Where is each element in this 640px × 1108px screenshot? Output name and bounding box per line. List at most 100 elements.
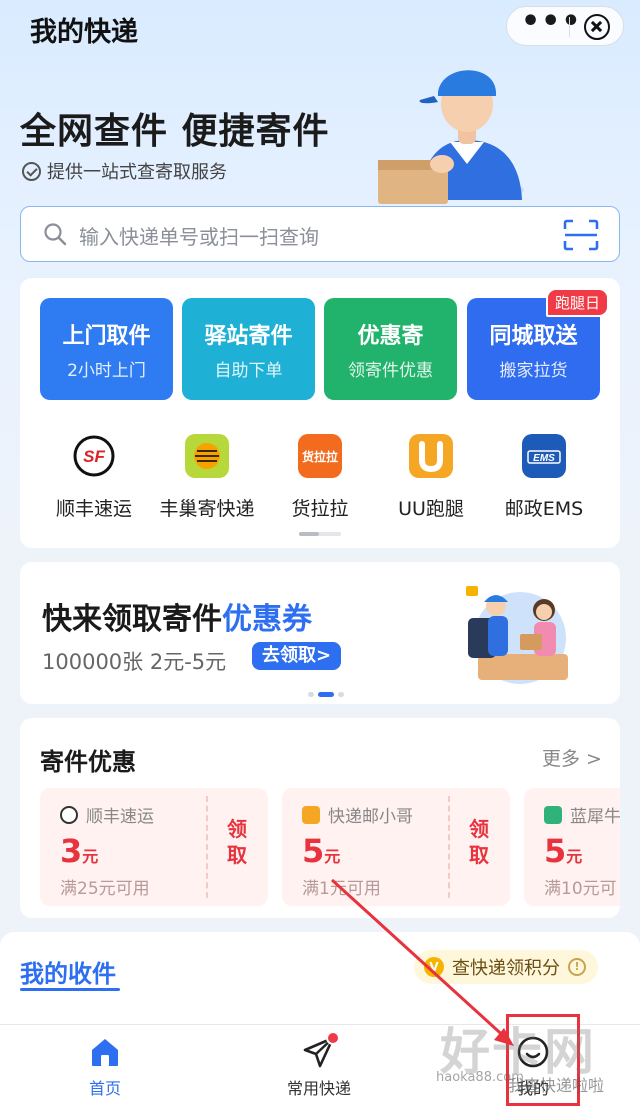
carrier-name: 顺丰速运 <box>55 498 132 520</box>
page-title: 我的快递 <box>30 17 138 48</box>
tab-underline <box>20 988 120 991</box>
service-discount-send[interactable]: 优惠寄 领寄件优惠 <box>324 298 457 400</box>
tab-home[interactable]: 首页 <box>35 1035 175 1099</box>
watermark-overlay: 我查快递啦啦 <box>508 1076 605 1095</box>
coupon-brand-name: 蓝犀牛 <box>570 807 620 827</box>
tab-label: 首页 <box>88 1079 121 1098</box>
more-menu-button[interactable]: ••• <box>521 7 581 41</box>
carrier-name: 货拉拉 <box>291 498 349 520</box>
coupon-condition: 满10元可 <box>544 879 617 899</box>
coupon-courier-bro[interactable]: 快递邮小哥 5元 满1元可用 领取 <box>282 788 510 906</box>
sf-express-icon <box>60 805 78 824</box>
service-card: 上门取件 2小时上门 驿站寄件 自助下单 优惠寄 领寄件优惠 同城取送 搬家拉货… <box>20 278 620 548</box>
service-subtitle: 搬家拉货 <box>499 361 568 381</box>
promo-subtitle: 100000张 2元-5元 <box>42 650 227 674</box>
promo-title-highlight: 优惠券 <box>222 602 312 637</box>
scan-icon[interactable] <box>563 219 599 251</box>
search-icon <box>44 223 67 246</box>
hero-title: 全网查件 便捷寄件 <box>20 111 330 152</box>
deals-title: 寄件优惠 <box>40 748 136 776</box>
service-station-send[interactable]: 驿站寄件 自助下单 <box>182 298 315 400</box>
svg-text:SF: SF <box>83 447 105 466</box>
top-bar: 我的快递 ••• <box>0 0 640 56</box>
coupon-amount-value: 5 <box>302 832 325 870</box>
promo-banner[interactable]: 快来领取寄件优惠券 100000张 2元-5元 去领取> <box>20 562 620 704</box>
tab-label: 常用快递 <box>286 1079 351 1098</box>
paper-plane-icon <box>302 1031 340 1069</box>
coupon-sf[interactable]: 顺丰速运 3元 满25元可用 领取 <box>40 788 268 906</box>
carrier-name: UU跑腿 <box>398 498 464 520</box>
promo-title: 快来领取寄件优惠券 <box>42 594 312 638</box>
coupon-amount: 5元 <box>544 832 582 870</box>
tab-common-couriers[interactable]: 常用快递 <box>249 1031 389 1099</box>
uu-paotui-icon <box>409 434 453 478</box>
capsule-divider <box>569 17 570 37</box>
coupon-amount: 5元 <box>302 832 340 870</box>
coupon-blue-rhino[interactable]: 蓝犀牛 5元 满10元可 <box>524 788 620 906</box>
search-placeholder: 输入快递单号或扫一扫查询 <box>79 225 319 249</box>
delivery-people-illustration <box>466 586 568 684</box>
service-subtitle: 领寄件优惠 <box>348 361 433 381</box>
coupon-claim-button[interactable]: 领取 <box>469 816 489 868</box>
service-title: 优惠寄 <box>357 324 424 349</box>
carrier-pager <box>299 532 341 536</box>
lalamove-icon: 货拉拉 <box>298 434 342 478</box>
ems-icon: EMS <box>522 434 566 478</box>
search-bar[interactable]: 输入快递单号或扫一扫查询 <box>20 206 620 262</box>
carrier-uu[interactable]: UU跑腿 <box>371 434 491 521</box>
deals-more-link[interactable]: 更多 > <box>542 744 602 771</box>
earn-points-label: 查快递领积分 <box>452 958 560 979</box>
coupon-brand: 蓝犀牛 <box>544 802 620 827</box>
blue-rhino-icon <box>544 805 562 824</box>
notification-dot <box>326 1031 340 1045</box>
promo-title-text: 快来领取寄件 <box>42 602 222 637</box>
coupon-brand: 顺丰速运 <box>60 802 154 827</box>
coupon-amount-value: 5 <box>544 832 567 870</box>
courier-illustration <box>378 70 524 204</box>
coupon-divider <box>206 796 208 898</box>
coupon-amount-unit: 元 <box>82 847 99 866</box>
service-home-pickup[interactable]: 上门取件 2小时上门 <box>40 298 173 400</box>
service-title: 同城取送 <box>489 324 578 349</box>
claim-coupon-button[interactable]: 去领取> <box>252 642 342 670</box>
coupon-amount: 3元 <box>60 832 98 870</box>
coupon-brand-name: 顺丰速运 <box>86 807 154 827</box>
carrier-name: 邮政EMS <box>504 498 584 520</box>
carrier-lalamove[interactable]: 货拉拉 货拉拉 <box>260 434 380 521</box>
service-title: 驿站寄件 <box>204 324 293 349</box>
hero-subtitle-text: 提供一站式查寄取服务 <box>47 162 227 183</box>
service-title: 上门取件 <box>62 324 151 349</box>
service-subtitle: 自助下单 <box>214 361 283 381</box>
svg-text:EMS: EMS <box>533 453 555 464</box>
coupon-brand: 快递邮小哥 <box>302 802 413 827</box>
earn-points-button[interactable]: V 查快递领积分 ! <box>414 950 598 984</box>
hive-box-icon <box>185 434 229 478</box>
coupon-divider <box>448 796 450 898</box>
v-badge-icon: V <box>424 957 444 977</box>
coupon-amount-value: 3 <box>60 832 83 870</box>
carrier-name: 丰巢寄快递 <box>159 498 255 520</box>
coupon-brand-name: 快递邮小哥 <box>328 807 413 827</box>
tab-my-received[interactable]: 我的收件 <box>20 954 116 989</box>
mini-program-capsule: ••• <box>506 6 624 46</box>
info-icon[interactable]: ! <box>568 958 586 976</box>
hero-subtitle: 提供一站式查寄取服务 <box>22 158 227 184</box>
svg-text:货拉拉: 货拉拉 <box>302 449 338 464</box>
promo-pager <box>308 692 348 697</box>
coupon-condition: 满1元可用 <box>302 879 381 899</box>
sf-express-icon: SF <box>72 434 116 478</box>
carrier-ems[interactable]: EMS 邮政EMS <box>484 434 604 521</box>
check-circle-icon <box>22 161 41 181</box>
carrier-sf[interactable]: SF 顺丰速运 <box>34 434 154 521</box>
coupon-claim-button[interactable]: 领取 <box>227 816 247 868</box>
send-deals-card: 寄件优惠 更多 > 顺丰速运 3元 满25元可用 领取 快递邮小哥 5元 满1元… <box>20 718 620 918</box>
coupon-condition: 满25元可用 <box>60 879 150 899</box>
errand-day-badge: 跑腿日 <box>546 288 610 317</box>
coupon-amount-unit: 元 <box>566 847 583 866</box>
service-subtitle: 2小时上门 <box>67 361 146 381</box>
courier-bro-icon <box>302 805 320 824</box>
home-icon <box>88 1035 122 1069</box>
coupon-amount-unit: 元 <box>324 847 341 866</box>
carrier-hive-box[interactable]: 丰巢寄快递 <box>147 434 267 521</box>
close-icon[interactable] <box>584 14 610 40</box>
